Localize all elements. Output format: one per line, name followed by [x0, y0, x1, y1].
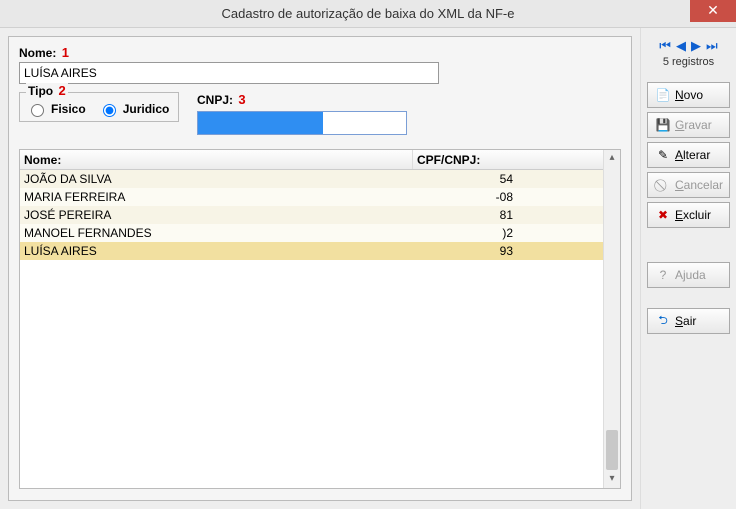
scroll-up-icon[interactable]: ▴ [604, 150, 620, 167]
nav-last-icon[interactable]: ⏭ [706, 38, 718, 54]
data-table: Nome: CPF/CNPJ: JOÃO DA SILVA54MARIA FER… [19, 149, 621, 489]
close-icon: ✕ [707, 2, 719, 18]
scroll-down-icon[interactable]: ▾ [604, 471, 620, 488]
table-row[interactable]: MANOEL FERNANDES)2 [20, 224, 603, 242]
radio-juridico[interactable] [103, 104, 116, 117]
cell-nome: MARIA FERREIRA [20, 188, 413, 206]
cell-cpf: -08 [413, 188, 603, 206]
cell-nome: LUÍSA AIRES [20, 242, 413, 260]
col-header-cpf[interactable]: CPF/CNPJ: [413, 150, 603, 169]
marker-1: 1 [62, 45, 69, 60]
cell-nome: JOÃO DA SILVA [20, 170, 413, 188]
window-title: Cadastro de autorização de baixa do XML … [222, 6, 515, 21]
novo-button[interactable]: 📄 Novo [647, 82, 730, 108]
delete-icon: ✖ [656, 208, 670, 222]
close-button[interactable]: ✕ [690, 0, 736, 22]
radio-fisico[interactable] [31, 104, 44, 117]
cell-cpf: 81 [413, 206, 603, 224]
cancel-icon: ⃠ [656, 178, 670, 192]
tipo-group: Tipo 2 Fisico Juridico [19, 92, 179, 122]
title-bar: Cadastro de autorização de baixa do XML … [0, 0, 736, 28]
gravar-button[interactable]: 💾 Gravar [647, 112, 730, 138]
tipo-label: Tipo [28, 84, 53, 98]
table-row[interactable]: LUÍSA AIRES93 [20, 242, 603, 260]
table-row[interactable]: JOSÉ PEREIRA81 [20, 206, 603, 224]
cancelar-button[interactable]: ⃠ Cancelar [647, 172, 730, 198]
table-row[interactable]: JOÃO DA SILVA54 [20, 170, 603, 188]
cnpj-selection [198, 112, 323, 134]
nav-first-icon[interactable]: ⏮ [659, 38, 671, 54]
cell-nome: MANOEL FERNANDES [20, 224, 413, 242]
record-count: 5 registros [647, 56, 730, 68]
table-body: JOÃO DA SILVA54MARIA FERREIRA-08JOSÉ PER… [20, 170, 603, 260]
record-nav: ⏮ ◀ ▶ ⏭ [647, 38, 730, 54]
nome-label: Nome: [19, 46, 56, 60]
main-panel: Nome: 1 Tipo 2 Fisico [8, 36, 632, 501]
cnpj-label: CNPJ: [197, 93, 233, 107]
cnpj-input[interactable] [197, 111, 407, 135]
radio-juridico-label: Juridico [123, 102, 170, 116]
sair-button[interactable]: ⮌ Sair [647, 308, 730, 334]
ajuda-button[interactable]: ? Ajuda [647, 262, 730, 288]
marker-2: 2 [58, 83, 65, 98]
save-icon: 💾 [656, 118, 670, 132]
exit-icon: ⮌ [656, 314, 670, 328]
col-header-nome[interactable]: Nome: [20, 150, 413, 169]
cell-cpf: 93 [413, 242, 603, 260]
table-header: Nome: CPF/CNPJ: [20, 150, 603, 170]
nav-next-icon[interactable]: ▶ [691, 38, 701, 54]
help-icon: ? [656, 268, 670, 282]
vertical-scrollbar[interactable]: ▴ ▾ [603, 150, 620, 488]
nome-input[interactable] [19, 62, 439, 84]
sidebar: ⏮ ◀ ▶ ⏭ 5 registros 📄 Novo 💾 Gravar ✎ Al… [640, 28, 736, 509]
table-row[interactable]: MARIA FERREIRA-08 [20, 188, 603, 206]
edit-icon: ✎ [656, 148, 670, 162]
excluir-button[interactable]: ✖ Excluir [647, 202, 730, 228]
cell-cpf: 54 [413, 170, 603, 188]
cell-cpf: )2 [413, 224, 603, 242]
radio-fisico-label: Fisico [51, 102, 86, 116]
cell-nome: JOSÉ PEREIRA [20, 206, 413, 224]
alterar-button[interactable]: ✎ Alterar [647, 142, 730, 168]
nav-prev-icon[interactable]: ◀ [676, 38, 686, 54]
scroll-thumb[interactable] [606, 430, 618, 470]
new-icon: 📄 [656, 88, 670, 102]
marker-3: 3 [238, 92, 245, 107]
